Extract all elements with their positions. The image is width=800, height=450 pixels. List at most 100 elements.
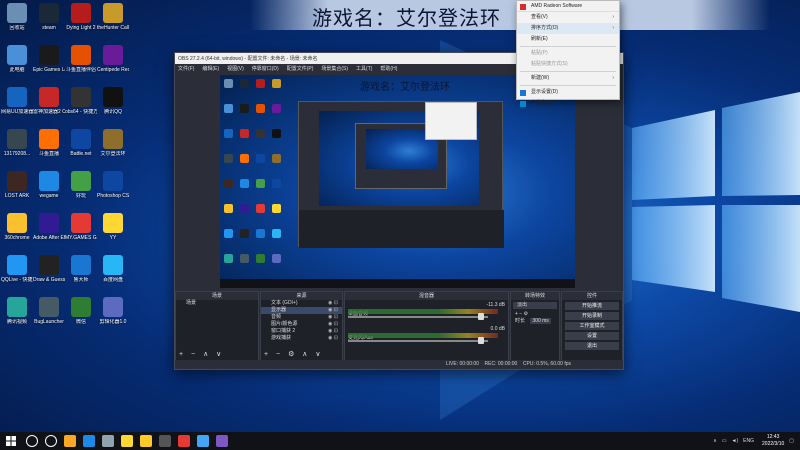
obs-icon[interactable] <box>159 435 171 447</box>
menu-help[interactable]: 帮助(H) <box>380 65 397 72</box>
start-recording-button[interactable]: 开始录制 <box>565 312 619 320</box>
desktop-icon[interactable]: 腾讯视频 <box>1 297 33 325</box>
windows-logo-icon[interactable] <box>6 436 16 446</box>
desktop-icon[interactable]: wegame <box>33 171 65 199</box>
desktop-icon[interactable]: Dying Light 2 <box>65 3 97 31</box>
desktop-icon[interactable]: MY.GAMES GameCenter <box>65 213 97 241</box>
desktop-icon[interactable]: Battle.net <box>65 129 97 157</box>
sources-header: 来源 <box>261 292 342 300</box>
visibility-lock-icon[interactable]: ◉ ⊡ <box>328 335 338 342</box>
desktop-icon[interactable]: 360chrome <box>1 213 33 241</box>
scene-toolbar[interactable]: + − ∧ ∨ <box>179 350 224 358</box>
source-item[interactable]: 文本 (GDI+) ◉ ⊡ <box>261 300 342 307</box>
app2-icon[interactable] <box>216 435 228 447</box>
edge-icon[interactable] <box>83 435 95 447</box>
volume-icon[interactable]: ◄) <box>732 438 739 444</box>
desktop-icon-label: Battle.net <box>70 151 92 157</box>
visibility-lock-icon[interactable]: ◉ ⊡ <box>328 314 338 321</box>
duration-input[interactable]: 300 ms <box>530 318 551 324</box>
desktop-icon[interactable]: Epic Games Launcher <box>33 45 65 73</box>
transition-toolbar[interactable]: + − ⚙ <box>511 311 559 318</box>
desktop-icon[interactable]: QQLive - 快捷方式 <box>1 255 33 283</box>
desktop-icon[interactable]: steam <box>33 3 65 31</box>
desktop-icon-label: 腾讯视频 <box>6 319 27 325</box>
volume-slider-knob[interactable] <box>478 337 484 344</box>
menu-edit[interactable]: 编辑(E) <box>202 65 219 72</box>
source-item[interactable]: 音频 ◉ ⊡ <box>261 314 342 321</box>
scene-item[interactable]: 场景 <box>176 300 258 307</box>
menu-item-sort[interactable]: 排序方式(O) › <box>517 23 619 34</box>
desktop-icon[interactable]: 回收站 <box>1 3 33 31</box>
visibility-lock-icon[interactable]: ◉ ⊡ <box>328 307 338 314</box>
source-item[interactable]: 窗口捕获 2 ◉ ⊡ <box>261 328 342 335</box>
menu-item-personalize[interactable]: 个性化(R) <box>517 98 619 109</box>
desktop-icon[interactable]: Adobe After Effects CC <box>33 213 65 241</box>
steam-icon[interactable] <box>102 435 114 447</box>
game-icon[interactable] <box>178 435 190 447</box>
menu-view[interactable]: 视图(V) <box>227 65 244 72</box>
network-icon[interactable]: ▭ <box>722 438 727 444</box>
app-icon <box>71 87 91 107</box>
app-icon[interactable] <box>197 435 209 447</box>
desktop-icon[interactable]: 此电脑 <box>1 45 33 73</box>
desktop-icon[interactable]: 鲁大师 <box>65 255 97 283</box>
transition-select[interactable]: 淡出 <box>513 302 557 309</box>
start-streaming-button[interactable]: 开始推流 <box>565 302 619 310</box>
desktop-icon[interactable]: 剪辑化器1.0 <box>97 297 129 325</box>
desktop-icon[interactable]: 13179208... <box>1 129 33 157</box>
desktop-icon[interactable]: 斗鱼直播 <box>33 129 65 157</box>
menu-item-view[interactable]: 查看(V) › <box>517 12 619 23</box>
desktop-icon[interactable]: 百度网盘 <box>97 255 129 283</box>
menu-file[interactable]: 文件(F) <box>178 65 194 72</box>
taskview-icon[interactable] <box>45 435 57 447</box>
volume-slider-knob[interactable] <box>478 313 484 320</box>
menu-item-new[interactable]: 新建(W) › <box>517 73 619 84</box>
source-item[interactable]: 图片/颜色源 ◉ ⊡ <box>261 321 342 328</box>
menu-profile[interactable]: 配置文件(P) <box>287 65 314 72</box>
studio-mode-button[interactable]: 工作室模式 <box>565 322 619 330</box>
desktop-icon[interactable]: 微信 <box>65 297 97 325</box>
desktop-icon[interactable]: 网易UU加速器 <box>1 87 33 115</box>
menu-docks[interactable]: 停靠窗口(D) <box>252 65 279 72</box>
menu-tools[interactable]: 工具(T) <box>356 65 372 72</box>
folder-icon[interactable] <box>140 435 152 447</box>
desktop-icon[interactable]: 斗鱼直播伴侣 <box>65 45 97 73</box>
source-item[interactable]: 游戏捕获 ◉ ⊡ <box>261 335 342 342</box>
qq-icon[interactable] <box>121 435 133 447</box>
desktop-icon[interactable]: BugLauncher <box>33 297 65 325</box>
desktop-icon[interactable]: 雷神加速器2 Curious Ex... <box>33 87 65 115</box>
source-item[interactable]: 显示器 ◉ ⊡ <box>261 307 342 314</box>
exit-button[interactable]: 退出 <box>565 342 619 350</box>
desktop-icon[interactable]: LOST ARK <box>1 171 33 199</box>
volume-slider[interactable] <box>348 316 488 318</box>
notification-icon[interactable]: ▢ <box>789 438 794 444</box>
desktop-icon-label: obs64 - 快捷方式 <box>65 109 97 115</box>
desktop-icon-label: BugLauncher <box>34 319 64 325</box>
desktop-icon[interactable]: 艾尔登法环 <box>97 129 129 157</box>
volume-slider[interactable] <box>348 340 488 342</box>
language-indicator[interactable]: ENG <box>743 438 754 444</box>
desktop-icon[interactable]: Photoshop CS6 <box>97 171 129 199</box>
amd-software-item[interactable]: AMD Radeon Software <box>517 1 619 12</box>
source-toolbar[interactable]: + − ⚙ ∧ ∨ <box>264 350 323 358</box>
visibility-lock-icon[interactable]: ◉ ⊡ <box>328 328 338 335</box>
desktop-icon[interactable]: theHunter Call of t... <box>97 3 129 31</box>
search-icon[interactable] <box>26 435 38 447</box>
menu-item-display-settings[interactable]: 显示设置(D) <box>517 87 619 98</box>
desktop-icon-label: 好玩 <box>75 193 86 199</box>
visibility-lock-icon[interactable]: ◉ ⊡ <box>328 300 338 307</box>
desktop-icon[interactable]: 腾讯QQ <box>97 87 129 115</box>
desktop-icon[interactable]: obs64 - 快捷方式 <box>65 87 97 115</box>
clock[interactable]: 12:43 2022/3/10 <box>762 434 784 448</box>
desktop-icon[interactable]: Draw & Guess <box>33 255 65 283</box>
preview-desktop-icon <box>240 179 249 188</box>
menu-scene-collection[interactable]: 场景集合(S) <box>321 65 348 72</box>
desktop-icon[interactable]: 好玩 <box>65 171 97 199</box>
desktop-icon[interactable]: Centipede Recharged <box>97 45 129 73</box>
tray-arrow-icon[interactable]: ∧ <box>713 438 717 444</box>
desktop-icon[interactable]: YY <box>97 213 129 241</box>
menu-item-refresh[interactable]: 刷新(E) <box>517 34 619 45</box>
settings-button[interactable]: 设置 <box>565 332 619 340</box>
file-explorer-icon[interactable] <box>64 435 76 447</box>
visibility-lock-icon[interactable]: ◉ ⊡ <box>328 321 338 328</box>
